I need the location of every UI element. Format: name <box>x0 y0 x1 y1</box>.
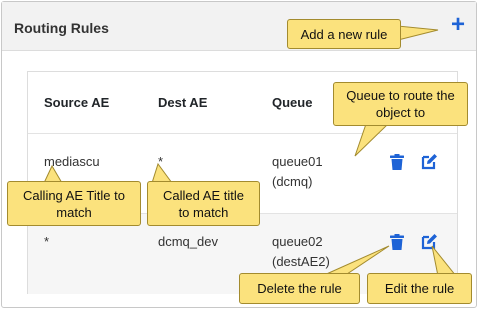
callout-calling-line2: match <box>56 204 92 220</box>
callout-delete-text: Delete the rule <box>257 281 342 296</box>
callout-queue: Queue to route the object to <box>333 82 468 126</box>
callout-called-line2: to match <box>178 204 229 220</box>
callout-edit: Edit the rule <box>367 273 472 304</box>
callout-add-rule: Add a new rule <box>287 19 401 49</box>
callout-called-line1: Called AE title <box>163 187 244 203</box>
callout-calling-line1: Calling AE Title to <box>23 187 125 203</box>
callout-edit-text: Edit the rule <box>384 281 455 296</box>
callout-queue-line2: object to <box>375 105 426 120</box>
callout-called-ae: Called AE title to match <box>147 181 260 226</box>
callout-calling-ae: Calling AE Title to match <box>7 181 141 226</box>
callout-delete: Delete the rule <box>239 273 360 304</box>
callout-add-text: Add a new rule <box>300 26 388 42</box>
callout-queue-line1: Queue to route the <box>346 88 455 103</box>
callout-pointers <box>43 25 458 277</box>
